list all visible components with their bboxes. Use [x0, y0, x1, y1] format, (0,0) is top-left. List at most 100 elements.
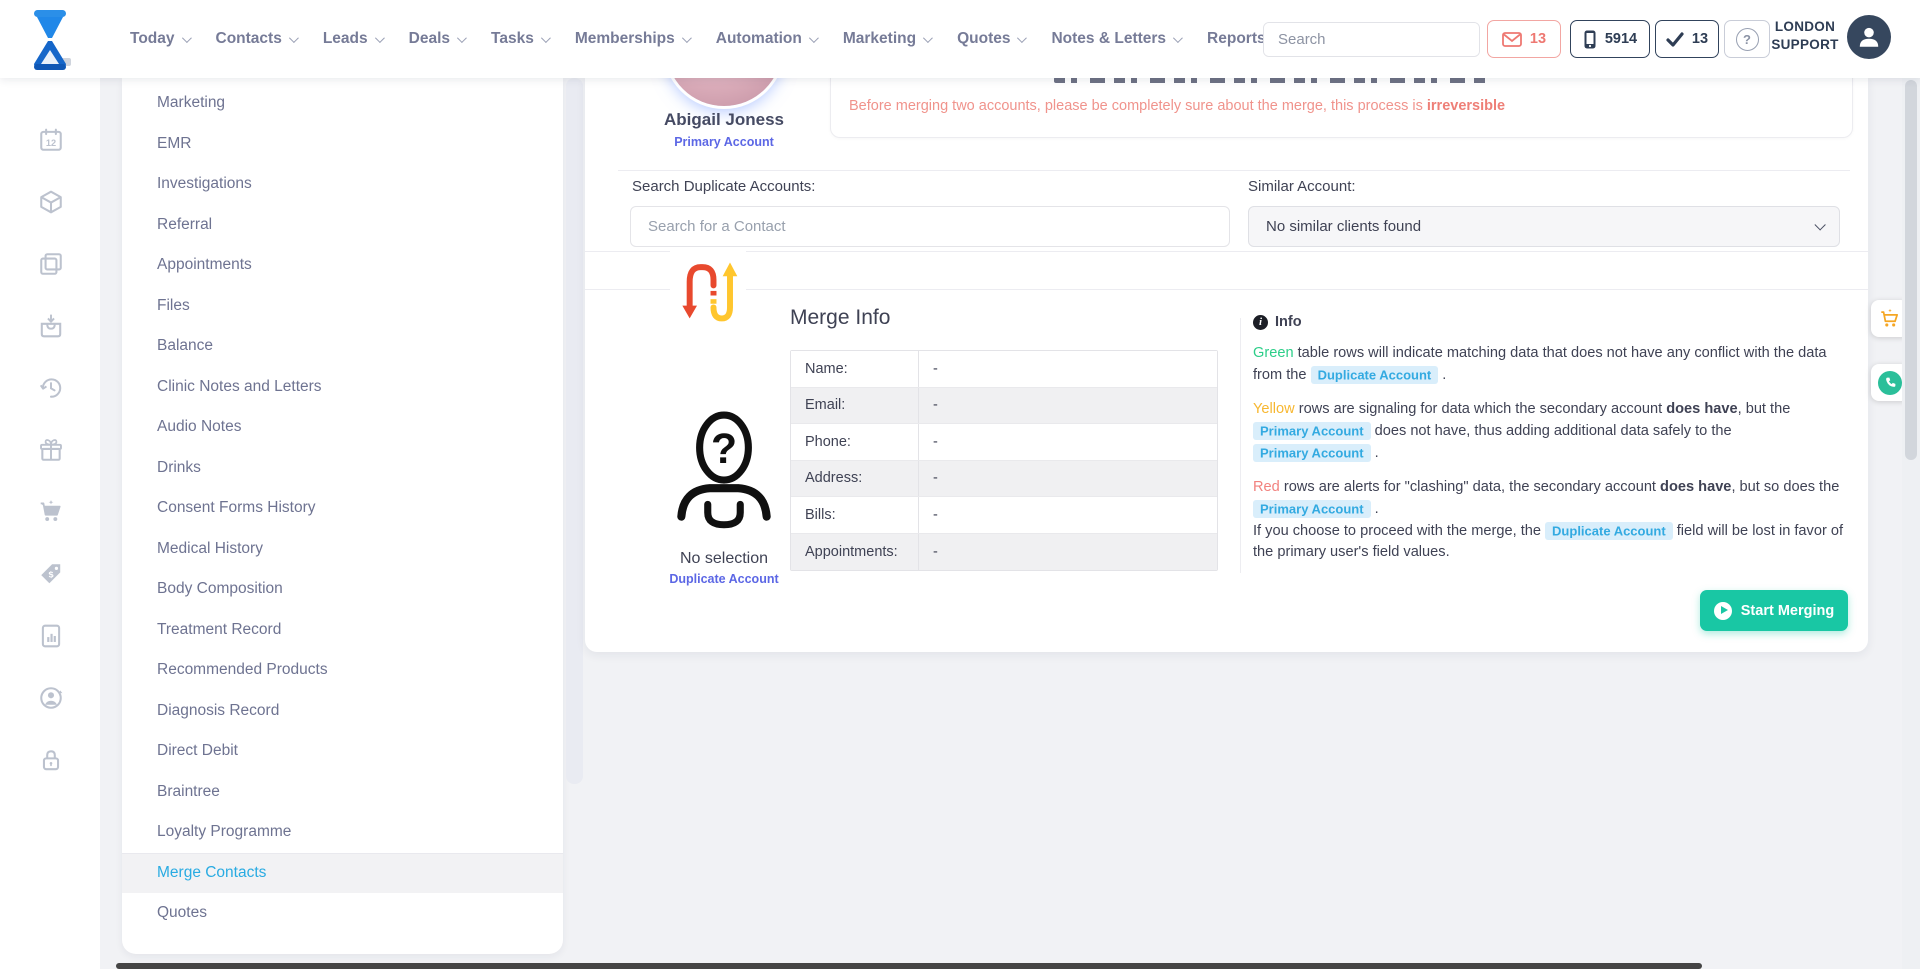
primary-account-avatar[interactable] — [666, 78, 782, 106]
divider — [1240, 318, 1241, 573]
sidebar-item-recommended-products[interactable]: Recommended Products — [122, 650, 563, 691]
nav-item-today[interactable]: Today — [130, 30, 189, 48]
envelope-icon — [1502, 32, 1522, 47]
table-row: Address: - — [791, 461, 1217, 498]
main-menu: Today Contacts Leads Deals Tasks Members… — [130, 0, 1342, 78]
svg-text:12: 12 — [46, 138, 56, 148]
divider — [585, 251, 1868, 252]
left-icon-rail: 12 $ — [0, 78, 100, 969]
sidebar-item-braintree[interactable]: Braintree — [122, 772, 563, 813]
app-logo-hourglass-icon[interactable] — [28, 8, 72, 72]
bag-receive-icon[interactable] — [38, 313, 64, 339]
divider — [618, 170, 1850, 171]
phone-calls-button[interactable]: 5914 — [1570, 20, 1650, 58]
sidebar-scrollbar[interactable] — [566, 78, 583, 784]
unknown-person-icon: ? — [675, 411, 773, 541]
package-icon[interactable] — [38, 189, 64, 215]
nav-item-automation[interactable]: Automation — [716, 30, 816, 48]
duplicate-account-badge[interactable]: Duplicate Account — [661, 572, 787, 586]
user-avatar[interactable] — [1847, 15, 1891, 59]
gift-icon[interactable] — [38, 437, 64, 463]
account-name: LONDON SUPPORT — [1758, 18, 1852, 53]
primary-account-chip[interactable]: Primary Account — [1253, 444, 1371, 462]
chevron-down-icon — [809, 33, 819, 43]
start-merging-button[interactable]: Start Merging — [1700, 590, 1848, 631]
sidebar-item-appointments[interactable]: Appointments — [122, 245, 563, 286]
copy-icon[interactable] — [38, 251, 64, 277]
window-bottom-edge — [116, 963, 1702, 969]
sidebar-item-treatment-record[interactable]: Treatment Record — [122, 610, 563, 651]
report-document-icon[interactable] — [38, 623, 64, 649]
duplicate-account-chip[interactable]: Duplicate Account — [1545, 522, 1673, 540]
chevron-down-icon — [181, 33, 191, 43]
sidebar-item-body-composition[interactable]: Body Composition — [122, 569, 563, 610]
nav-item-leads[interactable]: Leads — [323, 30, 382, 48]
sidebar-item-direct-debit[interactable]: Direct Debit — [122, 731, 563, 772]
sidebar-item-clinic-notes-and-letters[interactable]: Clinic Notes and Letters — [122, 367, 563, 408]
play-icon — [1714, 602, 1732, 620]
info-paragraph-proceed: If you choose to proceed with the merge,… — [1253, 520, 1853, 563]
history-icon[interactable] — [38, 375, 64, 401]
sidebar-item-referral[interactable]: Referral — [122, 205, 563, 246]
price-tag-icon[interactable]: $ — [38, 561, 64, 587]
cart-icon[interactable] — [38, 499, 64, 525]
primary-account-chip[interactable]: Primary Account — [1253, 500, 1371, 518]
primary-account-chip[interactable]: Primary Account — [1253, 422, 1371, 440]
chevron-down-icon — [289, 33, 299, 43]
check-icon — [1666, 32, 1684, 47]
search-duplicate-label: Search Duplicate Accounts: — [632, 178, 815, 195]
page-scrollbar-thumb[interactable] — [1905, 80, 1917, 460]
account-circle-icon[interactable] — [38, 685, 64, 711]
similar-account-select[interactable]: No similar clients found — [1248, 206, 1840, 247]
duplicate-contact-search-input[interactable] — [630, 206, 1230, 247]
tasks-count-badge: 13 — [1692, 31, 1708, 47]
lock-icon[interactable] — [38, 747, 64, 773]
primary-account-badge[interactable]: Primary Account — [585, 135, 863, 149]
merge-info-help-panel: i Info Green table rows will indicate ma… — [1253, 314, 1853, 563]
sidebar-item-drinks[interactable]: Drinks — [122, 448, 563, 489]
sidebar-item-merge-contacts[interactable]: Merge Contacts — [122, 853, 563, 894]
contact-sections-sidebar: Marketing EMR Investigations Referral Ap… — [122, 78, 563, 954]
sidebar-item-diagnosis-record[interactable]: Diagnosis Record — [122, 691, 563, 732]
nav-item-deals[interactable]: Deals — [409, 30, 464, 48]
divider — [585, 289, 1868, 290]
sidebar-item-investigations[interactable]: Investigations — [122, 164, 563, 205]
chevron-down-icon — [1017, 33, 1027, 43]
tasks-done-button[interactable]: 13 — [1655, 20, 1719, 58]
search-input[interactable] — [1264, 23, 1480, 56]
nav-item-tasks[interactable]: Tasks — [491, 30, 548, 48]
phone-icon — [1878, 371, 1902, 395]
phone-count-badge: 5914 — [1605, 31, 1637, 47]
nav-item-memberships[interactable]: Memberships — [575, 30, 689, 48]
chevron-down-icon — [457, 33, 467, 43]
nav-item-quotes[interactable]: Quotes — [957, 30, 1024, 48]
table-row: Appointments: - — [791, 534, 1217, 571]
calendar-icon[interactable]: 12 — [38, 127, 64, 153]
table-row: Email: - — [791, 388, 1217, 425]
nav-item-contacts[interactable]: Contacts — [216, 30, 296, 48]
nav-item-marketing[interactable]: Marketing — [843, 30, 930, 48]
chevron-down-icon — [1814, 219, 1825, 230]
sidebar-item-balance[interactable]: Balance — [122, 326, 563, 367]
info-header: i Info — [1253, 314, 1853, 330]
duplicate-account-chip[interactable]: Duplicate Account — [1311, 366, 1439, 384]
sidebar-item-emr[interactable]: EMR — [122, 124, 563, 165]
sidebar-item-files[interactable]: Files — [122, 286, 563, 327]
sidebar-item-consent-forms-history[interactable]: Consent Forms History — [122, 488, 563, 529]
merge-arrows-icon — [670, 250, 746, 330]
chevron-down-icon — [1173, 33, 1183, 43]
sidebar-item-loyalty-programme[interactable]: Loyalty Programme — [122, 812, 563, 853]
sidebar-item-audio-notes[interactable]: Audio Notes — [122, 407, 563, 448]
merge-info-table: Name: - Email: - Phone: - Address: - Bil… — [790, 350, 1218, 571]
merge-warning-text: Before merging two accounts, please be c… — [849, 98, 1505, 114]
sidebar-item-marketing[interactable]: Marketing — [122, 83, 563, 124]
mail-notifications-button[interactable]: 13 — [1487, 20, 1561, 58]
cart-icon — [1879, 308, 1901, 330]
sidebar-item-quotes[interactable]: Quotes — [122, 893, 563, 934]
sidebar-item-medical-history[interactable]: Medical History — [122, 529, 563, 570]
chevron-down-icon — [923, 33, 933, 43]
mail-count-badge: 13 — [1530, 31, 1546, 47]
no-selection-label: No selection — [661, 550, 787, 568]
similar-account-selected-value: No similar clients found — [1266, 218, 1421, 235]
nav-item-notes-letters[interactable]: Notes & Letters — [1051, 30, 1180, 48]
